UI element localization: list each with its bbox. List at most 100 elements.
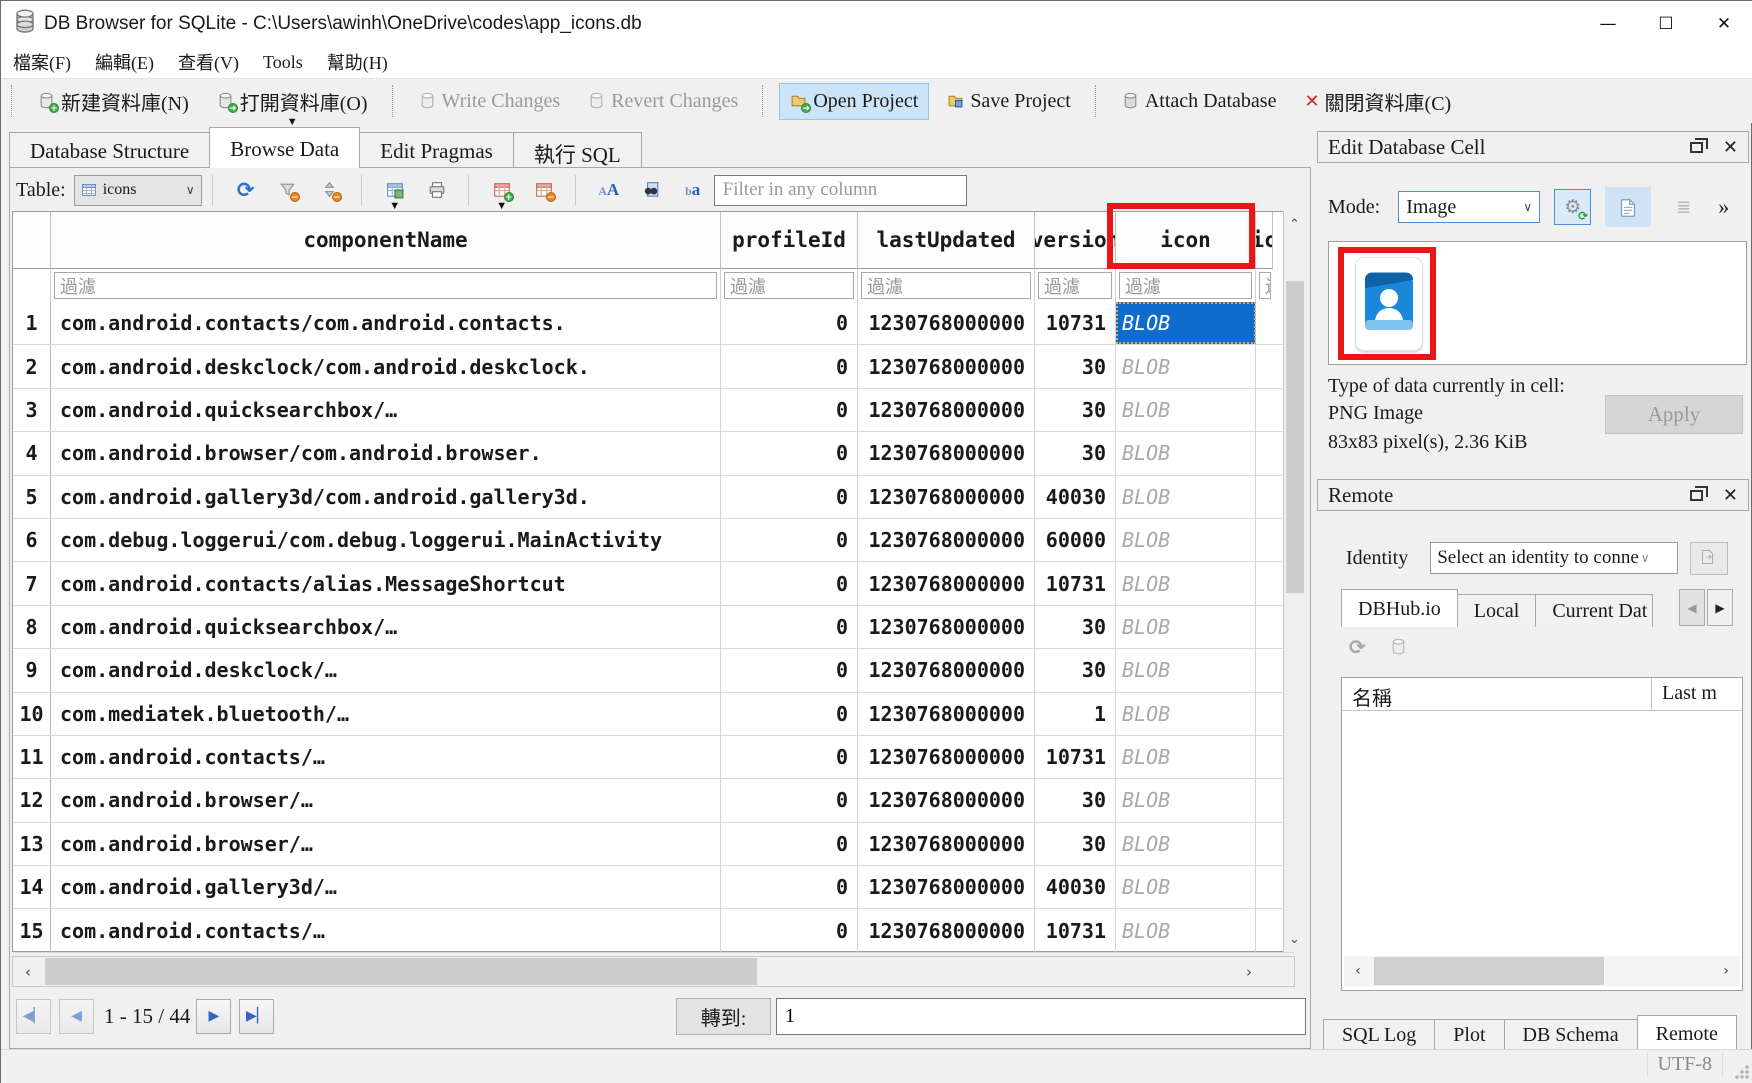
- cell-lastUpdated[interactable]: 1230768000000: [858, 693, 1035, 735]
- filter-icon[interactable]: 過濾: [1116, 269, 1256, 302]
- tab-execute-sql[interactable]: 執行 SQL: [513, 132, 642, 168]
- cell-clipped[interactable]: [1256, 649, 1273, 691]
- goto-button[interactable]: 轉到:: [676, 998, 771, 1035]
- menu-file[interactable]: 檔案(F): [1, 46, 83, 78]
- cell-icon[interactable]: BLOB: [1116, 389, 1256, 431]
- cell-clipped[interactable]: [1256, 779, 1273, 821]
- find-in-table-button[interactable]: [634, 174, 668, 206]
- cell-lastUpdated[interactable]: 1230768000000: [858, 779, 1035, 821]
- insert-record-button[interactable]: + ▼: [485, 174, 519, 206]
- cell-version[interactable]: 1: [1035, 693, 1116, 735]
- column-header-componentName[interactable]: componentName: [51, 212, 721, 269]
- horizontal-scroll-thumb[interactable]: [1374, 957, 1604, 985]
- word-wrap-button[interactable]: ≣: [1665, 189, 1702, 225]
- cell-version[interactable]: 30: [1035, 823, 1116, 865]
- import-identity-button[interactable]: [1690, 542, 1728, 575]
- dock-tab-remote[interactable]: Remote: [1637, 1015, 1737, 1049]
- table-selector[interactable]: icons ∨: [74, 175, 202, 206]
- cell-clipped[interactable]: [1256, 302, 1273, 344]
- scroll-up-icon[interactable]: ⌃: [1284, 211, 1305, 237]
- row-number[interactable]: 9: [13, 649, 51, 691]
- column-header-clipped[interactable]: ic: [1256, 212, 1273, 269]
- cell-profileId[interactable]: 0: [721, 909, 858, 951]
- cell-clipped[interactable]: [1256, 909, 1273, 951]
- scroll-right-icon[interactable]: ›: [1234, 957, 1264, 986]
- tab-edit-pragmas[interactable]: Edit Pragmas: [359, 132, 514, 168]
- cell-version[interactable]: 60000: [1035, 519, 1116, 561]
- menu-view[interactable]: 查看(V): [166, 46, 251, 78]
- cell-componentName[interactable]: com.android.browser/…: [51, 823, 721, 865]
- row-number[interactable]: 3: [13, 389, 51, 431]
- cell-profileId[interactable]: 0: [721, 302, 858, 344]
- remote-list-scrollbar[interactable]: ‹ ›: [1344, 956, 1740, 986]
- cell-version[interactable]: 30: [1035, 345, 1116, 387]
- first-record-button[interactable]: ◀▏: [16, 999, 51, 1034]
- cell-icon[interactable]: BLOB: [1116, 562, 1256, 604]
- clone-database-icon[interactable]: [1390, 638, 1408, 656]
- column-header-version[interactable]: version: [1035, 212, 1116, 269]
- corner-header[interactable]: [13, 212, 51, 269]
- cell-icon[interactable]: BLOB: [1116, 779, 1256, 821]
- dock-tab-db-schema[interactable]: DB Schema: [1504, 1019, 1638, 1049]
- row-number[interactable]: 12: [13, 779, 51, 821]
- cell-version[interactable]: 10731: [1035, 562, 1116, 604]
- toolbar-overflow-button[interactable]: »: [1718, 194, 1727, 220]
- horizontal-scroll-thumb[interactable]: [45, 958, 757, 985]
- remote-list-header-last-modified[interactable]: Last m: [1652, 678, 1727, 710]
- cell-lastUpdated[interactable]: 1230768000000: [858, 432, 1035, 474]
- cell-version[interactable]: 10731: [1035, 302, 1116, 344]
- cell-componentName[interactable]: com.android.contacts/alias.MessageShortc…: [51, 562, 721, 604]
- next-record-button[interactable]: ▶: [196, 999, 231, 1034]
- remote-refresh-icon[interactable]: ⟳: [1349, 635, 1366, 659]
- cell-clipped[interactable]: [1256, 562, 1273, 604]
- cell-componentName[interactable]: com.android.quicksearchbox/…: [51, 389, 721, 431]
- row-number[interactable]: 14: [13, 866, 51, 908]
- cell-componentName[interactable]: com.android.quicksearchbox/…: [51, 606, 721, 648]
- filter-version[interactable]: 過濾: [1035, 269, 1116, 302]
- cell-profileId[interactable]: 0: [721, 476, 858, 518]
- cell-version[interactable]: 40030: [1035, 476, 1116, 518]
- row-number[interactable]: 4: [13, 432, 51, 474]
- dock-tab-plot[interactable]: Plot: [1434, 1019, 1504, 1049]
- cell-profileId[interactable]: 0: [721, 823, 858, 865]
- cell-version[interactable]: 30: [1035, 649, 1116, 691]
- cell-lastUpdated[interactable]: 1230768000000: [858, 302, 1035, 344]
- cell-clipped[interactable]: [1256, 606, 1273, 648]
- cell-lastUpdated[interactable]: 1230768000000: [858, 389, 1035, 431]
- clear-filters-button[interactable]: −: [271, 174, 305, 206]
- cell-clipped[interactable]: [1256, 389, 1273, 431]
- cell-profileId[interactable]: 0: [721, 519, 858, 561]
- cell-lastUpdated[interactable]: 1230768000000: [858, 823, 1035, 865]
- dropdown-caret-icon[interactable]: ▼: [287, 116, 298, 128]
- cell-lastUpdated[interactable]: 1230768000000: [858, 562, 1035, 604]
- last-record-button[interactable]: ▶▏: [239, 999, 274, 1034]
- menu-edit[interactable]: 編輯(E): [83, 46, 166, 78]
- vertical-scroll-thumb[interactable]: [1286, 281, 1304, 593]
- cell-componentName[interactable]: com.android.contacts/…: [51, 909, 721, 951]
- cell-version[interactable]: 30: [1035, 432, 1116, 474]
- scroll-down-icon[interactable]: ⌄: [1284, 926, 1305, 952]
- cell-componentName[interactable]: com.android.gallery3d/com.android.galler…: [51, 476, 721, 518]
- row-number[interactable]: 11: [13, 736, 51, 778]
- cell-version[interactable]: 10731: [1035, 909, 1116, 951]
- minimize-button[interactable]: —: [1579, 1, 1637, 46]
- column-header-lastUpdated[interactable]: lastUpdated: [858, 212, 1035, 269]
- open-database-button[interactable]: ➜ 打開資料庫(O) ▼: [207, 81, 378, 122]
- row-number[interactable]: 8: [13, 606, 51, 648]
- float-panel-icon[interactable]: [1690, 142, 1703, 153]
- cell-clipped[interactable]: [1256, 432, 1273, 474]
- cell-lastUpdated[interactable]: 1230768000000: [858, 866, 1035, 908]
- replace-button[interactable]: ba: [676, 174, 710, 206]
- cell-profileId[interactable]: 0: [721, 345, 858, 387]
- remote-tab-current-database[interactable]: Current Dat: [1535, 594, 1653, 627]
- previous-record-button[interactable]: ◀: [59, 999, 94, 1034]
- cell-clipped[interactable]: [1256, 736, 1273, 778]
- cell-lastUpdated[interactable]: 1230768000000: [858, 476, 1035, 518]
- menu-tools[interactable]: Tools: [251, 49, 315, 76]
- tab-scroll-left-button[interactable]: ◀: [1679, 589, 1705, 626]
- cell-clipped[interactable]: [1256, 866, 1273, 908]
- new-database-button[interactable]: + 新建資料庫(N): [28, 81, 199, 122]
- cell-componentName[interactable]: com.android.contacts/…: [51, 736, 721, 778]
- row-number[interactable]: 1: [13, 302, 51, 344]
- column-header-icon[interactable]: icon: [1116, 212, 1256, 269]
